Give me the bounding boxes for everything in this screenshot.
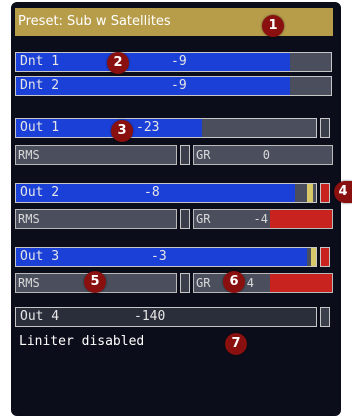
callout-5: 5	[84, 271, 106, 293]
callout-7: 7	[225, 333, 247, 355]
out-3-meter: Out 3 -3	[15, 247, 317, 267]
out-2-gr-label: GR	[196, 212, 211, 226]
out-2-rms-label: RMS	[18, 212, 40, 226]
dnt-1-label: Dnt 1	[20, 54, 60, 69]
out-2-gr-meter: GR -4	[193, 209, 333, 229]
out-1-meter: Out 1 -23	[15, 118, 317, 138]
out-1-gr-label: GR	[196, 148, 211, 162]
out-3-label: Out 3	[20, 249, 60, 264]
dnt-2-meter: Dnt 2 -9	[15, 76, 332, 96]
callout-2: 2	[107, 52, 129, 74]
out-1-label: Out 1	[20, 120, 60, 135]
out-3-yellow-peak	[311, 248, 316, 266]
out-3-gr-fill	[269, 274, 332, 292]
device-screen: Preset: Sub w Satellites Dnt 1 -9 Dnt 2 …	[11, 2, 341, 416]
out-1-rms-peak	[180, 145, 190, 165]
out-2-clip-indicator	[320, 183, 330, 203]
callout-1: 1	[262, 15, 284, 37]
callout-3: 3	[111, 120, 133, 142]
out-4-value: -140	[134, 309, 166, 324]
out-1-rms-label: RMS	[18, 148, 40, 162]
callout-6: 6	[223, 271, 245, 293]
out-3-gr-label: GR	[196, 276, 211, 290]
out-4-label: Out 4	[20, 309, 60, 324]
out-3-value: -3	[151, 249, 167, 264]
out-1-gr-meter: GR 0	[193, 145, 333, 165]
out-2-rms-peak	[180, 209, 190, 229]
preset-title: Preset: Sub w Satellites	[18, 14, 171, 29]
out-2-rms-meter: RMS	[15, 209, 177, 229]
out-3-gr-meter: GR -4	[193, 273, 333, 293]
out-2-value: -8	[144, 185, 160, 200]
out-2-label: Out 2	[20, 185, 60, 200]
dnt-2-label: Dnt 2	[20, 78, 60, 93]
out-3-rms-peak	[180, 273, 190, 293]
out-3-clip-indicator	[320, 247, 330, 267]
callout-4: 4	[334, 181, 352, 203]
out-1-rms-meter: RMS	[15, 145, 177, 165]
out-1-gr-value: 0	[262, 148, 270, 162]
out-2-meter: Out 2 -8	[15, 183, 317, 203]
out-1-value: -23	[136, 120, 160, 135]
out-2-gr-fill	[269, 210, 332, 228]
preset-title-bar[interactable]: Preset: Sub w Satellites	[15, 8, 333, 36]
dnt-1-meter: Dnt 1 -9	[15, 52, 332, 72]
dnt-2-value: -9	[171, 78, 187, 93]
out-4-meter: Out 4 -140	[15, 307, 317, 327]
out-3-rms-label: RMS	[18, 276, 40, 290]
dnt-1-value: -9	[171, 54, 187, 69]
out-2-yellow-peak	[307, 184, 313, 202]
out-2-gr-value: -4	[253, 212, 268, 226]
out-1-peak-indicator	[320, 118, 330, 138]
limiter-status: Liniter disabled	[19, 334, 145, 349]
out-4-peak-indicator	[320, 307, 330, 327]
